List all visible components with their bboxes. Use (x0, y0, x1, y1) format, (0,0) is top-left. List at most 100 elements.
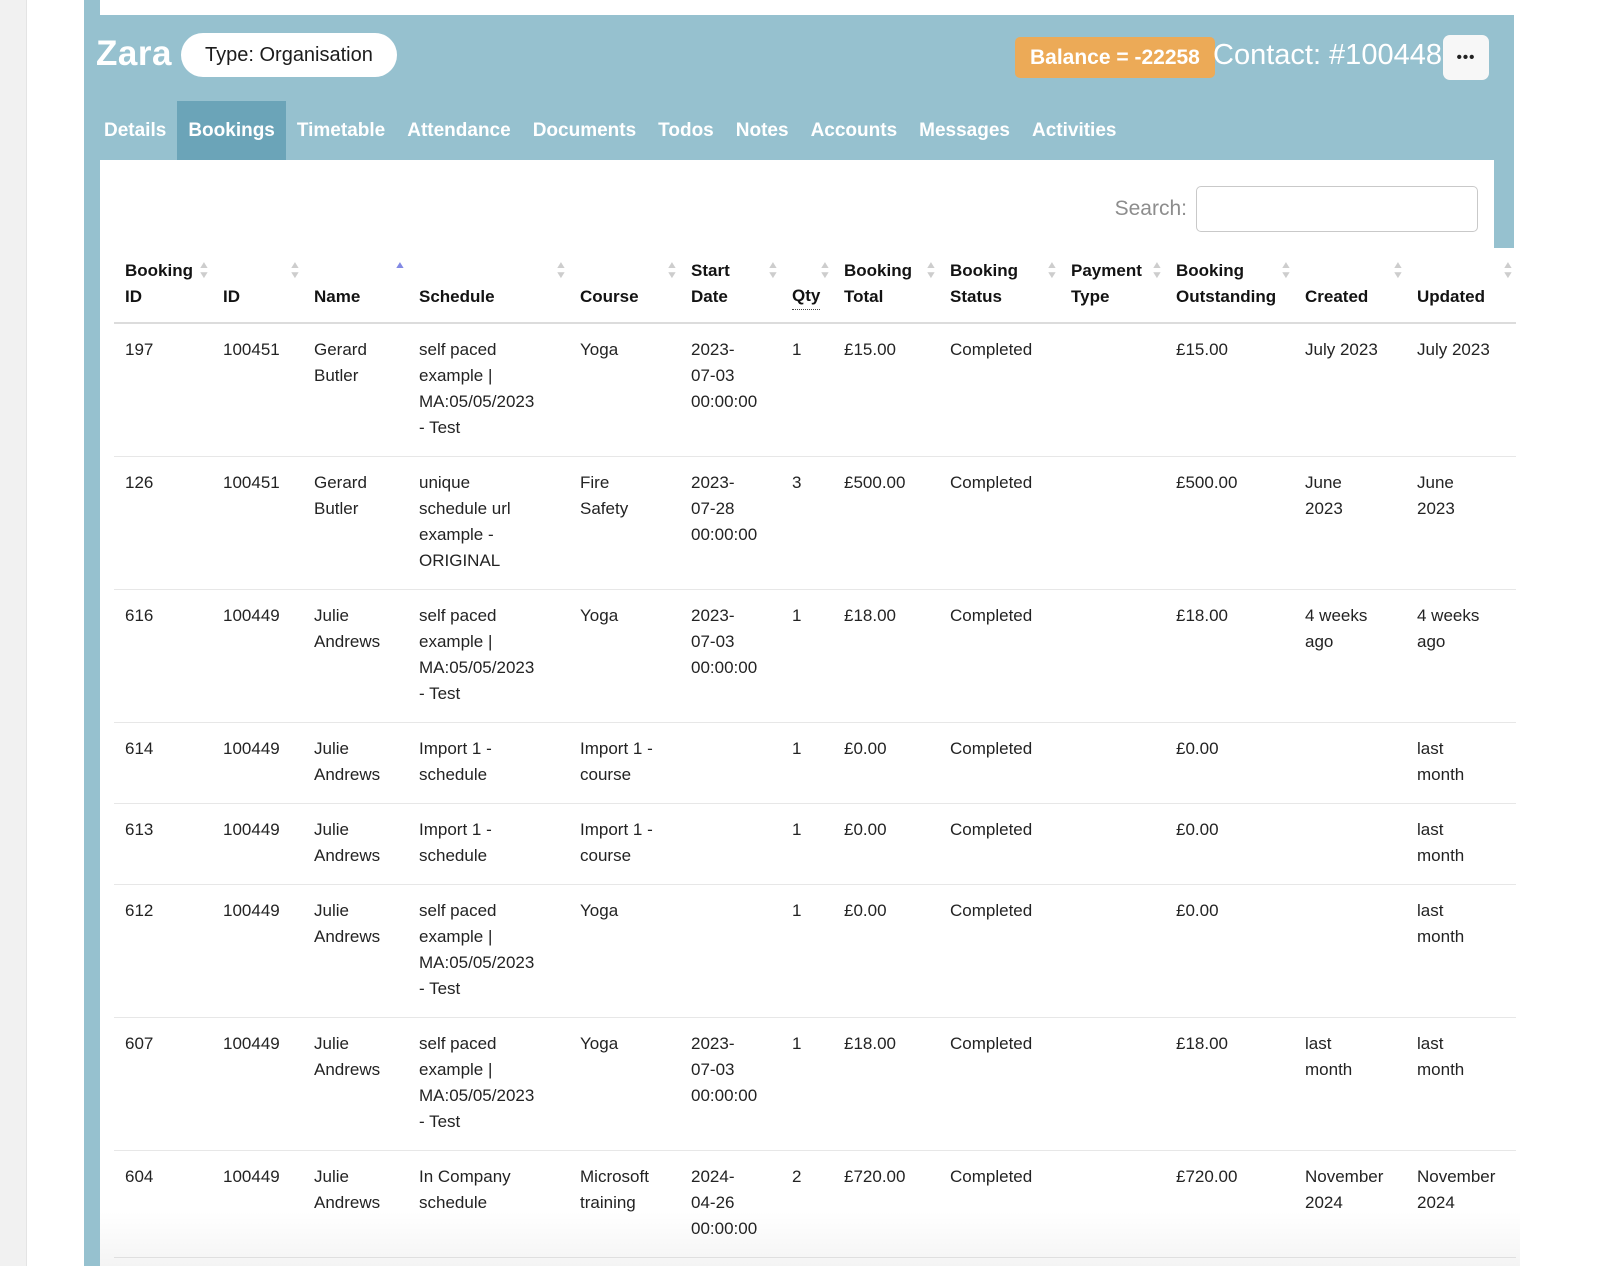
cell-booking_total: £0.00 (833, 885, 939, 1018)
table-row: 614100449Julie AndrewsImport 1 - schedul… (114, 723, 1516, 804)
cell-booking_outstanding: £500.00 (1165, 457, 1294, 590)
column-header-id[interactable]: ID ▲▼ (212, 250, 303, 323)
cell-qty: 2 (781, 1151, 833, 1258)
column-label: Booking ID (125, 258, 198, 310)
sort-arrows-icon: ▲▼ (199, 261, 209, 280)
cell-booking_status: Completed (939, 885, 1060, 1018)
cell-created: last month (1294, 1018, 1406, 1151)
cell-start_date: 2023-07-03 00:00:00 (680, 1018, 781, 1151)
cell-booking_outstanding: £0.00 (1165, 723, 1294, 804)
cell-created (1294, 885, 1406, 1018)
column-header-course[interactable]: Course▲▼ (569, 250, 680, 323)
cell-updated: 4 weeks ago (1406, 590, 1516, 723)
cell-created: June 2023 (1294, 457, 1406, 590)
cell-booking_id: 612 (114, 885, 212, 1018)
cell-start_date: 2024-04-26 00:00:00 (680, 1151, 781, 1258)
column-header-booking_total[interactable]: Booking Total▲▼ (833, 250, 939, 323)
tab-details[interactable]: Details (93, 101, 177, 160)
panel-corner-notch (1494, 160, 1514, 248)
tab-messages[interactable]: Messages (908, 101, 1021, 160)
cell-booking_status: Completed (939, 723, 1060, 804)
bookings-table-wrapper: Booking ID▲▼ID▲▼Name▲▼Schedule▲▼Course▲▼… (114, 250, 1516, 1258)
column-header-updated[interactable]: Updated▲▼ (1406, 250, 1516, 323)
cell-payment_type (1060, 457, 1165, 590)
column-label: Booking Outstanding (1176, 258, 1280, 310)
cell-start_date: 2023-07-03 00:00:00 (680, 590, 781, 723)
column-header-booking_outstanding[interactable]: Booking Outstanding▲▼ (1165, 250, 1294, 323)
column-header-created[interactable]: Created▲▼ (1294, 250, 1406, 323)
cell-id: 100451 (212, 457, 303, 590)
column-header-booking_id[interactable]: Booking ID▲▼ (114, 250, 212, 323)
column-header-payment_type[interactable]: Payment Type▲▼ (1060, 250, 1165, 323)
cell-booking_outstanding: £18.00 (1165, 1018, 1294, 1151)
cell-name: Julie Andrews (303, 723, 408, 804)
cell-updated: last month (1406, 885, 1516, 1018)
sort-arrows-icon: ▲▼ (1503, 261, 1513, 280)
column-header-booking_status[interactable]: Booking Status▲▼ (939, 250, 1060, 323)
cell-booking_id: 614 (114, 723, 212, 804)
cell-booking_status: Completed (939, 1151, 1060, 1258)
cell-course: Yoga (569, 590, 680, 723)
bookings-table: Booking ID▲▼ID▲▼Name▲▼Schedule▲▼Course▲▼… (114, 250, 1516, 1258)
cell-payment_type (1060, 885, 1165, 1018)
tab-documents[interactable]: Documents (522, 101, 647, 160)
sort-arrows-icon: ▲▼ (1152, 261, 1162, 280)
sort-arrows-icon: ▲▼ (290, 261, 300, 280)
cell-schedule: self paced example | MA:05/05/2023 - Tes… (408, 885, 569, 1018)
cell-updated: last month (1406, 723, 1516, 804)
cell-schedule: self paced example | MA:05/05/2023 - Tes… (408, 1018, 569, 1151)
column-header-schedule[interactable]: Schedule▲▼ (408, 250, 569, 323)
search-input[interactable] (1196, 186, 1478, 232)
cell-qty: 1 (781, 804, 833, 885)
column-header-start_date[interactable]: Start Date▲▼ (680, 250, 781, 323)
cell-updated: July 2023 (1406, 323, 1516, 457)
column-header-name[interactable]: Name ▲▼ (303, 250, 408, 323)
cell-start_date: 2023-07-03 00:00:00 (680, 323, 781, 457)
contact-name: Zara (96, 34, 172, 74)
cell-qty: 1 (781, 590, 833, 723)
cell-course: Import 1 - course (569, 804, 680, 885)
tab-accounts[interactable]: Accounts (800, 101, 909, 160)
more-actions-button[interactable] (1443, 35, 1489, 80)
cell-id: 100451 (212, 323, 303, 457)
cell-booking_outstanding: £0.00 (1165, 885, 1294, 1018)
cell-name: Julie Andrews (303, 885, 408, 1018)
cell-schedule: self paced example | MA:05/05/2023 - Tes… (408, 323, 569, 457)
cell-booking_status: Completed (939, 1018, 1060, 1151)
table-row: 612100449Julie Andrewsself paced example… (114, 885, 1516, 1018)
cell-updated: June 2023 (1406, 457, 1516, 590)
column-label: Booking Total (844, 258, 925, 310)
column-label: Start Date (691, 258, 767, 310)
table-row: 613100449Julie AndrewsImport 1 - schedul… (114, 804, 1516, 885)
cell-updated: last month (1406, 804, 1516, 885)
cell-name: Julie Andrews (303, 804, 408, 885)
tab-activities[interactable]: Activities (1021, 101, 1127, 160)
column-label: Name (314, 284, 360, 310)
tab-bookings[interactable]: Bookings (177, 101, 286, 160)
cell-updated: November 2024 (1406, 1151, 1516, 1258)
cell-booking_outstanding: £0.00 (1165, 804, 1294, 885)
column-header-qty[interactable]: Qty▲▼ (781, 250, 833, 323)
cell-booking_total: £500.00 (833, 457, 939, 590)
tab-todos[interactable]: Todos (647, 101, 725, 160)
cell-payment_type (1060, 723, 1165, 804)
cell-booking_total: £18.00 (833, 590, 939, 723)
page-left-gutter (0, 0, 27, 1266)
sort-arrows-icon: ▲▼ (1047, 261, 1057, 280)
cell-created: July 2023 (1294, 323, 1406, 457)
tab-notes[interactable]: Notes (725, 101, 800, 160)
cell-id: 100449 (212, 804, 303, 885)
cell-booking_id: 616 (114, 590, 212, 723)
cell-qty: 1 (781, 723, 833, 804)
table-row: 607100449Julie Andrewsself paced example… (114, 1018, 1516, 1151)
cell-id: 100449 (212, 1018, 303, 1151)
sort-arrows-icon: ▲▼ (395, 261, 405, 280)
cell-schedule: Import 1 - schedule (408, 723, 569, 804)
column-label: Schedule (419, 284, 495, 310)
contact-type-pill: Type: Organisation (181, 33, 397, 77)
table-row: 126100451Gerard Butlerunique schedule ur… (114, 457, 1516, 590)
tab-attendance[interactable]: Attendance (396, 101, 521, 160)
tab-timetable[interactable]: Timetable (286, 101, 396, 160)
column-label: ID (223, 284, 240, 310)
cell-name: Julie Andrews (303, 1018, 408, 1151)
